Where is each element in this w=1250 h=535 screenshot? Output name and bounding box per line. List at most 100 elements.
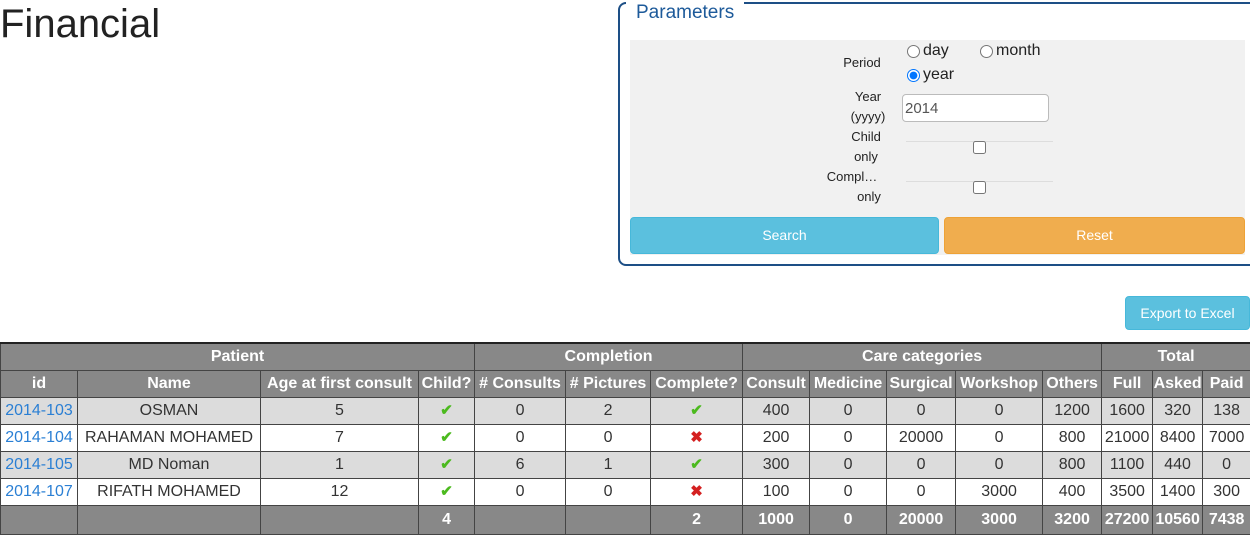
- cell-medicine: 0: [809, 450, 888, 479]
- cell-others: 1200: [1042, 396, 1103, 425]
- period-month-radio[interactable]: [980, 44, 993, 58]
- cell-surgical: 0: [886, 450, 957, 479]
- column-header[interactable]: Name: [77, 369, 261, 398]
- cell-child: ✔: [417, 423, 476, 452]
- totals-cell: [260, 504, 419, 535]
- reset-button[interactable]: Reset: [944, 217, 1245, 254]
- export-excel-button[interactable]: Export to Excel: [1125, 296, 1250, 330]
- check-icon: ✔: [440, 456, 453, 473]
- cell-medicine: 0: [809, 477, 888, 506]
- column-header[interactable]: # Pictures: [565, 369, 652, 398]
- column-header[interactable]: Workshop: [955, 369, 1044, 398]
- column-header[interactable]: Complete?: [650, 369, 744, 398]
- totals-cell: [565, 504, 652, 535]
- table-row: 2014-103 OSMAN 5 ✔ 0 2 ✔ 400 0 0 0 1200 1600 320 138: [0, 396, 1250, 425]
- column-header[interactable]: Full: [1101, 369, 1154, 398]
- cell-age: 7: [260, 423, 419, 452]
- column-header[interactable]: Surgical: [886, 369, 957, 398]
- total-paid: 7438: [1202, 504, 1250, 535]
- column-header[interactable]: Others: [1042, 369, 1103, 398]
- period-label: Period: [843, 55, 881, 70]
- cell-workshop: 0: [955, 396, 1044, 425]
- cell-name: RAHAMAN MOHAMED: [77, 423, 261, 452]
- cell-child: ✔: [417, 477, 476, 506]
- patient-id-link[interactable]: 2014-104: [5, 429, 73, 446]
- cell-medicine: 0: [809, 396, 888, 425]
- year-label-line1: Year: [854, 89, 882, 104]
- column-header[interactable]: Consult: [742, 369, 811, 398]
- cell-name: RIFATH MOHAMED: [77, 477, 261, 506]
- table-row: 2014-105 MD Noman 1 ✔ 6 1 ✔ 300 0 0 0 800 1100 440 0: [0, 450, 1250, 479]
- period-month-label: month: [996, 42, 1041, 59]
- cell-others: 800: [1042, 423, 1103, 452]
- period-month-option[interactable]: month: [980, 42, 1040, 60]
- cell-consults: 0: [474, 423, 567, 452]
- total-medicine: 0: [809, 504, 888, 535]
- column-header[interactable]: Child?: [417, 369, 476, 398]
- table-row: 2014-107 RIFATH MOHAMED 12 ✔ 0 0 ✖ 100 0 0 3000 400…: [0, 477, 1250, 506]
- total-child: 4: [417, 504, 476, 535]
- cell-surgical: 0: [886, 396, 957, 425]
- column-header[interactable]: Medicine: [809, 369, 888, 398]
- search-button[interactable]: Search: [630, 217, 939, 254]
- column-header[interactable]: Asked: [1152, 369, 1204, 398]
- check-icon: ✔: [440, 402, 453, 419]
- column-header[interactable]: Age at first consult: [260, 369, 419, 398]
- year-input[interactable]: [902, 94, 1049, 122]
- group-header-completion: Completion: [474, 342, 744, 371]
- check-icon: ✔: [690, 456, 703, 473]
- patient-id-link[interactable]: 2014-107: [5, 483, 73, 500]
- patient-id-link[interactable]: 2014-105: [5, 456, 73, 473]
- cell-child: ✔: [417, 450, 476, 479]
- cell-full: 3500: [1101, 477, 1154, 506]
- group-header-total: Total: [1101, 342, 1250, 371]
- complete-label-line1: Compl…: [826, 169, 878, 184]
- cell-surgical: 0: [886, 477, 957, 506]
- patient-id-link[interactable]: 2014-103: [5, 402, 73, 419]
- cell-full: 1600: [1101, 396, 1154, 425]
- complete-label-line2: only: [857, 189, 881, 204]
- check-icon: ✔: [440, 429, 453, 446]
- column-header[interactable]: Paid: [1202, 369, 1250, 398]
- cell-pictures: 0: [565, 423, 652, 452]
- column-header[interactable]: id: [0, 369, 78, 398]
- child-label-line2: only: [854, 149, 878, 164]
- total-consult: 1000: [742, 504, 811, 535]
- cell-age: 1: [260, 450, 419, 479]
- cell-consults: 6: [474, 450, 567, 479]
- period-day-option[interactable]: day: [907, 42, 949, 60]
- cell-name: MD Noman: [77, 450, 261, 479]
- child-label-line1: Child: [851, 129, 881, 144]
- totals-cell: [77, 504, 261, 535]
- period-day-radio[interactable]: [907, 44, 920, 58]
- cell-child: ✔: [417, 396, 476, 425]
- cell-consult: 400: [742, 396, 811, 425]
- cell-workshop: 0: [955, 423, 1044, 452]
- year-label-line2: (yyyy): [850, 109, 886, 124]
- column-header[interactable]: # Consults: [474, 369, 567, 398]
- group-header-care-categories: Care categories: [742, 342, 1103, 371]
- cell-name: OSMAN: [77, 396, 261, 425]
- child-only-checkbox[interactable]: [973, 141, 986, 154]
- cell-workshop: 0: [955, 450, 1044, 479]
- check-icon: ✔: [690, 402, 703, 419]
- cell-id: 2014-105: [0, 450, 78, 479]
- cell-others: 800: [1042, 450, 1103, 479]
- cell-id: 2014-107: [0, 477, 78, 506]
- cell-complete: ✖: [650, 477, 744, 506]
- cell-pictures: 0: [565, 477, 652, 506]
- cell-pictures: 1: [565, 450, 652, 479]
- period-year-option[interactable]: year: [907, 66, 954, 84]
- total-complete: 2: [650, 504, 744, 535]
- cell-pictures: 2: [565, 396, 652, 425]
- cell-medicine: 0: [809, 423, 888, 452]
- table-row: 2014-104 RAHAMAN MOHAMED 7 ✔ 0 0 ✖ 200 0 20000 0 80…: [0, 423, 1250, 452]
- cell-paid: 0: [1202, 450, 1250, 479]
- complete-only-checkbox[interactable]: [973, 181, 986, 194]
- period-year-radio[interactable]: [907, 68, 920, 82]
- cell-consult: 200: [742, 423, 811, 452]
- total-surgical: 20000: [886, 504, 957, 535]
- cross-icon: ✖: [690, 429, 703, 446]
- total-asked: 10560: [1152, 504, 1204, 535]
- year-label: Year (yyyy): [838, 87, 898, 127]
